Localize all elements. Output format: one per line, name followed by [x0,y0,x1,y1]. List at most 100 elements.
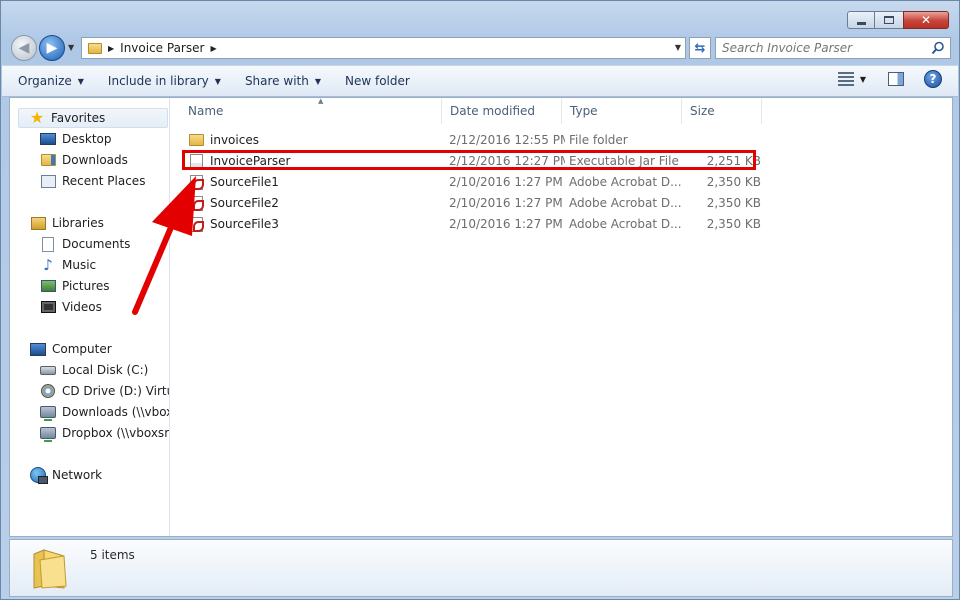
file-type: Adobe Acrobat D... [569,175,681,189]
toolbar-right: ▼ ? [837,70,942,88]
maximize-button[interactable] [875,11,903,29]
new-folder-label: New folder [345,74,410,88]
file-name: InvoiceParser [210,154,291,168]
command-bar: Organize ▼ Include in library ▼ Share with… [2,65,958,97]
column-header-type[interactable]: Type [562,98,682,124]
pdf-file-icon [188,216,204,232]
view-options-chevron-icon[interactable]: ▼ [860,75,866,84]
recent-places-icon [40,173,56,189]
content-area: ★ Favorites Desktop Downloads Recent Pla… [9,97,953,537]
nav-downloads[interactable]: Downloads [40,150,128,170]
organize-button[interactable]: Organize ▼ [10,69,92,93]
refresh-icon: ⇆ [694,40,706,56]
navigation-row: ◀ ▶ ▼ ▶ Invoice Parser ▶ ▼ ⇆ [11,35,951,61]
nav-music-label: Music [62,258,97,272]
details-pane: 5 items [9,539,953,597]
pictures-icon [40,278,56,294]
back-button[interactable]: ◀ [11,35,37,61]
minimize-button[interactable] [847,11,875,29]
close-icon: ✕ [920,13,932,27]
file-size: 2,251 KB [706,154,761,168]
new-folder-button[interactable]: New folder [337,69,418,93]
nav-cd-drive[interactable]: CD Drive (D:) Virtual [40,381,169,401]
maximize-icon [884,16,894,24]
nav-desktop[interactable]: Desktop [40,129,112,149]
hard-disk-icon [40,362,56,378]
column-header-name[interactable]: Name ▲ [180,97,442,124]
preview-pane-icon[interactable] [888,72,904,86]
file-name-cell: InvoiceParser [188,151,428,171]
chevron-down-icon: ▼ [214,76,221,86]
breadcrumb-chevron-icon[interactable]: ▶ [210,44,216,53]
file-name: SourceFile1 [210,175,279,189]
downloads-folder-icon [40,152,56,168]
jar-file-icon [188,153,204,169]
file-size: 2,350 KB [706,217,761,231]
nav-favorites-label: Favorites [51,111,106,125]
nav-network[interactable]: Network [30,465,102,485]
folder-icon [88,42,102,54]
forward-button[interactable]: ▶ [39,35,65,61]
nav-computer[interactable]: Computer [30,339,112,359]
sort-ascending-icon: ▲ [318,97,324,105]
file-type: Adobe Acrobat D... [569,217,681,231]
nav-documents[interactable]: Documents [40,234,130,254]
network-drive-icon [40,404,56,421]
breadcrumb-separator-icon[interactable]: ▶ [108,44,114,53]
file-name: invoices [210,133,259,147]
file-size: 2,350 KB [706,196,761,210]
help-icon[interactable]: ? [924,70,942,88]
search-input[interactable] [722,41,922,55]
file-row[interactable]: InvoiceParser 2/12/2016 12:27 PM Executa… [180,151,761,171]
include-in-library-button[interactable]: Include in library ▼ [100,69,229,93]
search-icon[interactable] [931,41,945,55]
column-header-size[interactable]: Size [682,98,762,124]
search-box[interactable] [715,37,951,59]
nav-music[interactable]: ♪ Music [40,255,96,275]
nav-favorites[interactable]: ★ Favorites [18,108,168,128]
nav-documents-label: Documents [62,237,131,251]
column-header-date-modified[interactable]: Date modified [442,98,562,124]
minimize-icon [856,21,866,25]
column-header-type-label: Type [570,104,598,118]
change-view-icon[interactable] [837,72,854,86]
folder-icon [188,132,204,148]
nav-local-disk[interactable]: Local Disk (C:) [40,360,148,380]
breadcrumb-invoice-parser[interactable]: Invoice Parser [120,41,204,55]
share-with-button[interactable]: Share with ▼ [237,69,329,93]
file-row[interactable]: SourceFile1 2/10/2016 1:27 PM Adobe Acro… [180,172,761,192]
file-size [685,130,761,150]
nav-downloads-share-label: Downloads (\\vboxs [62,405,170,419]
organize-label: Organize [18,74,72,88]
file-type: Executable Jar File [569,154,679,168]
file-name: SourceFile3 [210,217,279,231]
file-row[interactable]: SourceFile2 2/10/2016 1:27 PM Adobe Acro… [180,193,761,213]
nav-recent-places[interactable]: Recent Places [40,171,145,191]
file-date: 2/12/2016 12:55 PM [449,133,565,147]
column-header-size-label: Size [690,104,715,118]
file-row[interactable]: SourceFile3 2/10/2016 1:27 PM Adobe Acro… [180,214,761,234]
nav-videos[interactable]: Videos [40,297,102,317]
close-button[interactable]: ✕ [903,11,949,29]
address-bar[interactable]: ▶ Invoice Parser ▶ ▼ [81,37,686,59]
nav-downloads-share[interactable]: Downloads (\\vboxs [40,402,170,422]
computer-icon [30,341,46,357]
column-header-name-label: Name [188,104,224,118]
file-row[interactable]: invoices 2/12/2016 12:55 PM File folder [180,130,760,150]
file-date: 2/12/2016 12:27 PM [449,154,565,168]
pdf-file-icon [188,195,204,211]
address-dropdown-icon[interactable]: ▼ [675,43,681,52]
item-count: 5 items [90,548,135,562]
share-with-label: Share with [244,74,309,88]
nav-recent-places-label: Recent Places [62,174,146,188]
column-header-date-label: Date modified [450,104,536,118]
recent-pages-dropdown[interactable]: ▼ [68,43,74,52]
nav-dropbox-share[interactable]: Dropbox (\\vboxsrv) [40,423,169,443]
nav-pictures[interactable]: Pictures [40,276,110,296]
libraries-icon [30,215,46,231]
network-drive-icon [40,425,56,442]
nav-computer-label: Computer [52,342,112,356]
nav-network-label: Network [52,468,103,482]
nav-libraries[interactable]: Libraries [30,213,104,233]
refresh-button[interactable]: ⇆ [689,37,711,59]
